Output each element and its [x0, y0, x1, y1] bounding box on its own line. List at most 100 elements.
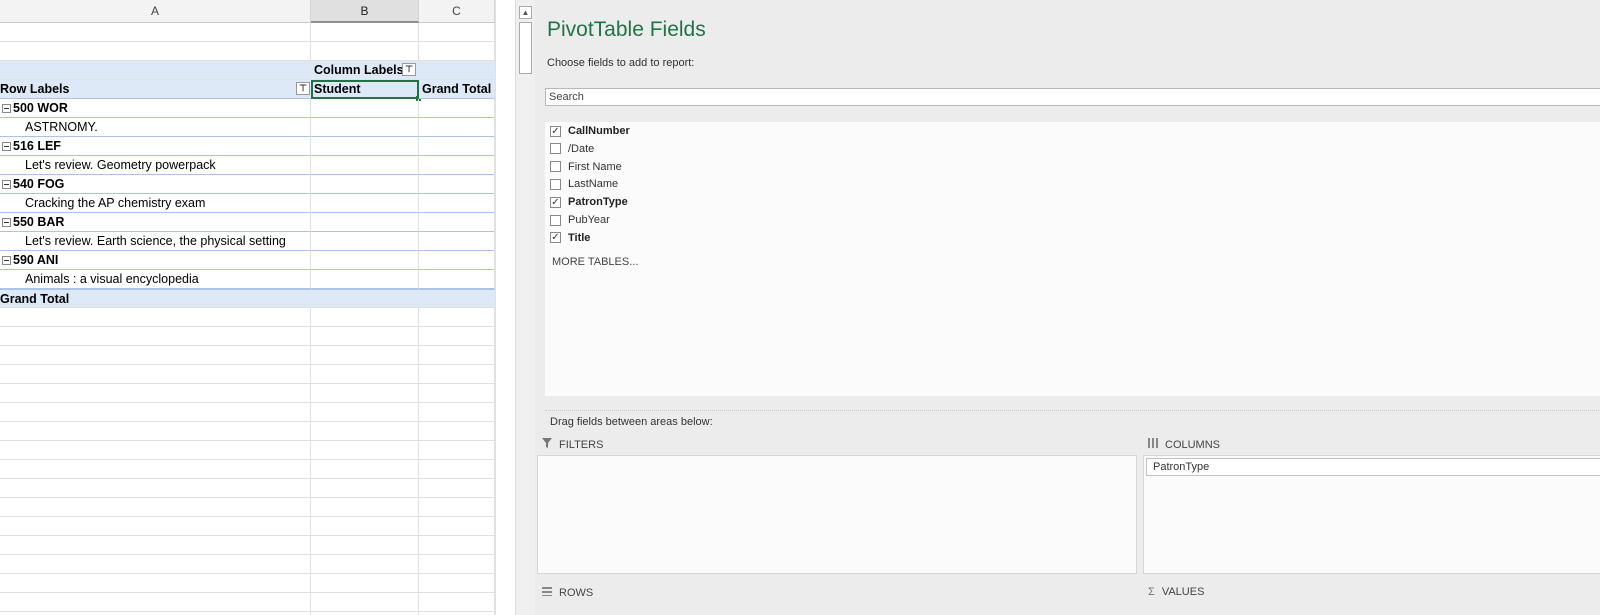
checkbox-icon[interactable]: ✓ [550, 196, 561, 208]
collapse-icon[interactable] [2, 256, 11, 266]
cell[interactable] [0, 574, 311, 593]
cell[interactable] [311, 137, 419, 156]
cell[interactable] [311, 479, 419, 498]
cell[interactable] [311, 213, 419, 232]
cell[interactable] [419, 270, 495, 289]
cell[interactable] [419, 593, 495, 612]
cell[interactable] [0, 61, 311, 80]
cell[interactable] [0, 498, 311, 517]
checkbox-icon[interactable] [550, 214, 561, 226]
cell[interactable] [419, 118, 495, 137]
cell[interactable] [311, 517, 419, 536]
cell[interactable] [311, 251, 419, 270]
cell[interactable] [419, 346, 495, 365]
cell[interactable] [311, 384, 419, 403]
cell[interactable] [419, 479, 495, 498]
scroll-up-icon[interactable]: ▲ [519, 6, 532, 19]
cell[interactable]: Row Labels ⊤ [0, 80, 311, 99]
field-item[interactable]: ✓ Title [550, 229, 590, 247]
cell[interactable] [419, 232, 495, 251]
cell[interactable] [311, 498, 419, 517]
cell[interactable] [419, 555, 495, 574]
cell[interactable] [311, 99, 419, 118]
cell[interactable] [311, 574, 419, 593]
cell[interactable]: ASTRNOMY. [0, 118, 311, 137]
field-item[interactable]: First Name [550, 158, 622, 176]
cell[interactable]: Let's review. Geometry powerpack [0, 156, 311, 175]
more-tables-link[interactable]: MORE TABLES... [552, 256, 638, 268]
cell[interactable] [419, 517, 495, 536]
column-header-b[interactable]: B [311, 0, 419, 23]
row-labels-filter-icon[interactable]: ⊤ [296, 82, 310, 95]
cell[interactable] [311, 422, 419, 441]
checkbox-icon[interactable] [550, 161, 561, 173]
column-labels-filter-icon[interactable]: ⊤ [402, 63, 416, 76]
worksheet[interactable]: A B C Column Labels ⊤ Row Labels ⊤ Student Gr… [0, 0, 515, 615]
field-item[interactable]: ✓ PatronType [550, 193, 628, 211]
cell[interactable] [419, 574, 495, 593]
collapse-icon[interactable] [2, 104, 11, 114]
cell[interactable] [419, 213, 495, 232]
cell[interactable] [0, 441, 311, 460]
columns-drop-area[interactable]: PatronType [1143, 455, 1600, 574]
cell[interactable] [419, 194, 495, 213]
checkbox-icon[interactable] [550, 143, 561, 155]
cell[interactable] [419, 365, 495, 384]
cell[interactable] [0, 346, 311, 365]
cell[interactable] [311, 593, 419, 612]
vertical-scrollbar[interactable]: ▲ [515, 0, 536, 615]
cell[interactable] [0, 327, 311, 346]
cell[interactable] [0, 517, 311, 536]
cell[interactable] [419, 99, 495, 118]
cell[interactable] [0, 365, 311, 384]
field-item[interactable]: PubYear [550, 211, 610, 229]
cell[interactable] [419, 460, 495, 479]
cell[interactable]: Column Labels ⊤ [311, 61, 419, 80]
cell[interactable] [311, 175, 419, 194]
cell[interactable] [311, 156, 419, 175]
cell[interactable] [311, 403, 419, 422]
cell[interactable] [419, 422, 495, 441]
cell[interactable] [0, 555, 311, 574]
cell[interactable]: 516 LEF [0, 137, 311, 156]
cell[interactable] [311, 441, 419, 460]
cell[interactable] [0, 536, 311, 555]
cell[interactable] [311, 346, 419, 365]
cell[interactable] [311, 289, 419, 308]
cell[interactable]: Let's review. Earth science, the physica… [0, 232, 311, 251]
cell[interactable] [0, 593, 311, 612]
cell[interactable] [311, 365, 419, 384]
cell[interactable] [419, 441, 495, 460]
cell[interactable] [0, 422, 311, 441]
cell[interactable] [419, 308, 495, 327]
cell[interactable] [0, 308, 311, 327]
checkbox-icon[interactable]: ✓ [550, 232, 561, 244]
cell[interactable] [419, 384, 495, 403]
cell[interactable] [0, 384, 311, 403]
checkbox-icon[interactable]: ✓ [550, 125, 561, 137]
cell[interactable]: Student [311, 80, 421, 101]
cell[interactable]: Grand Total [0, 289, 311, 308]
cell[interactable]: 540 FOG [0, 175, 311, 194]
cell[interactable] [419, 289, 495, 308]
cell[interactable] [419, 23, 495, 42]
cell[interactable] [419, 536, 495, 555]
cell[interactable] [0, 42, 311, 61]
cell[interactable] [311, 42, 419, 61]
cell[interactable] [311, 194, 419, 213]
cell[interactable] [419, 42, 495, 61]
cell[interactable]: 590 ANI [0, 251, 311, 270]
cell[interactable]: 550 BAR [0, 213, 311, 232]
columns-field-patrontype[interactable]: PatronType [1146, 458, 1600, 476]
collapse-icon[interactable] [2, 142, 11, 152]
cell[interactable] [419, 327, 495, 346]
field-item[interactable]: ✓ CallNumber [550, 122, 630, 140]
collapse-icon[interactable] [2, 180, 11, 190]
collapse-icon[interactable] [2, 218, 11, 228]
cell[interactable] [311, 555, 419, 574]
cell[interactable] [419, 403, 495, 422]
cell[interactable] [0, 23, 311, 42]
cell[interactable]: Cracking the AP chemistry exam [0, 194, 311, 213]
column-header-c[interactable]: C [419, 0, 495, 23]
cell[interactable] [419, 175, 495, 194]
